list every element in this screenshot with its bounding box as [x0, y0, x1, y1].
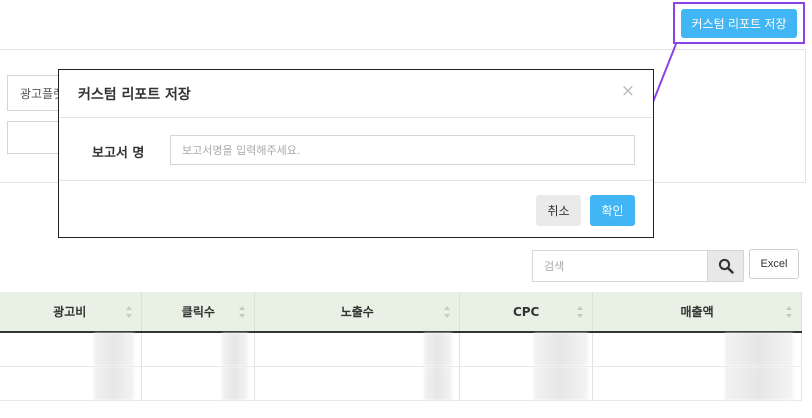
redacted-value	[94, 333, 134, 366]
column-header-label: 광고비	[53, 305, 87, 319]
column-header[interactable]: 노출수	[254, 292, 461, 333]
table-cell	[254, 332, 461, 367]
table-cell	[0, 366, 143, 401]
column-header-label: CPC	[512, 304, 540, 319]
table-cell	[0, 332, 143, 367]
sort-icon[interactable]	[785, 305, 793, 319]
report-name-label: 보고서 명	[92, 146, 145, 161]
modal-header: 커스텀 리포트 저장 ×	[59, 70, 653, 118]
table-header-row: 광고비 클릭수 노출수 CPC 매출액	[0, 292, 802, 333]
table-cell	[141, 366, 256, 401]
redacted-value	[424, 333, 453, 366]
redacted-value	[222, 366, 249, 400]
redacted-value	[222, 333, 249, 366]
redacted-value	[725, 366, 794, 400]
sort-icon[interactable]	[443, 305, 451, 319]
column-header[interactable]: 매출액	[592, 292, 802, 333]
report-name-input[interactable]	[170, 135, 635, 165]
page: 광고플랫폼 커스텀 리포트 저장 커스텀 리포트 저장 × 보고서 명 취소 확…	[0, 0, 812, 418]
search-input[interactable]	[532, 250, 707, 282]
redacted-value	[94, 366, 134, 400]
sort-icon[interactable]	[238, 305, 246, 319]
column-header[interactable]: CPC	[459, 292, 594, 333]
sort-icon[interactable]	[576, 305, 584, 319]
table-cell	[459, 332, 594, 367]
table-cell	[592, 366, 802, 401]
modal-title: 커스텀 리포트 저장	[78, 87, 191, 103]
save-report-modal: 커스텀 리포트 저장 × 보고서 명 취소 확인	[58, 69, 654, 238]
column-header-label: 노출수	[340, 305, 374, 319]
excel-button[interactable]: Excel	[749, 249, 799, 279]
redacted-value	[725, 333, 794, 366]
table-cell	[592, 332, 802, 367]
redacted-value	[534, 366, 589, 400]
search-button[interactable]	[707, 250, 744, 282]
column-header-label: 클릭수	[181, 305, 215, 319]
modal-footer: 취소 확인	[59, 180, 653, 238]
redacted-value	[424, 366, 453, 400]
redacted-value	[534, 333, 589, 366]
column-header-label: 매출액	[680, 305, 714, 319]
column-header[interactable]: 클릭수	[141, 292, 256, 333]
table-row	[0, 332, 802, 367]
report-table: 광고비 클릭수 노출수 CPC 매출액	[0, 292, 802, 401]
table-cell	[141, 332, 256, 367]
column-header[interactable]: 광고비	[0, 292, 143, 333]
modal-body: 보고서 명	[59, 119, 653, 181]
sort-icon[interactable]	[125, 305, 133, 319]
table-row	[0, 366, 802, 401]
cancel-button[interactable]: 취소	[536, 195, 581, 226]
highlight-box	[673, 2, 805, 44]
table-cell	[254, 366, 461, 401]
close-icon[interactable]: ×	[621, 83, 635, 100]
confirm-button[interactable]: 확인	[590, 195, 635, 226]
search-icon	[718, 258, 734, 274]
table-cell	[459, 366, 594, 401]
